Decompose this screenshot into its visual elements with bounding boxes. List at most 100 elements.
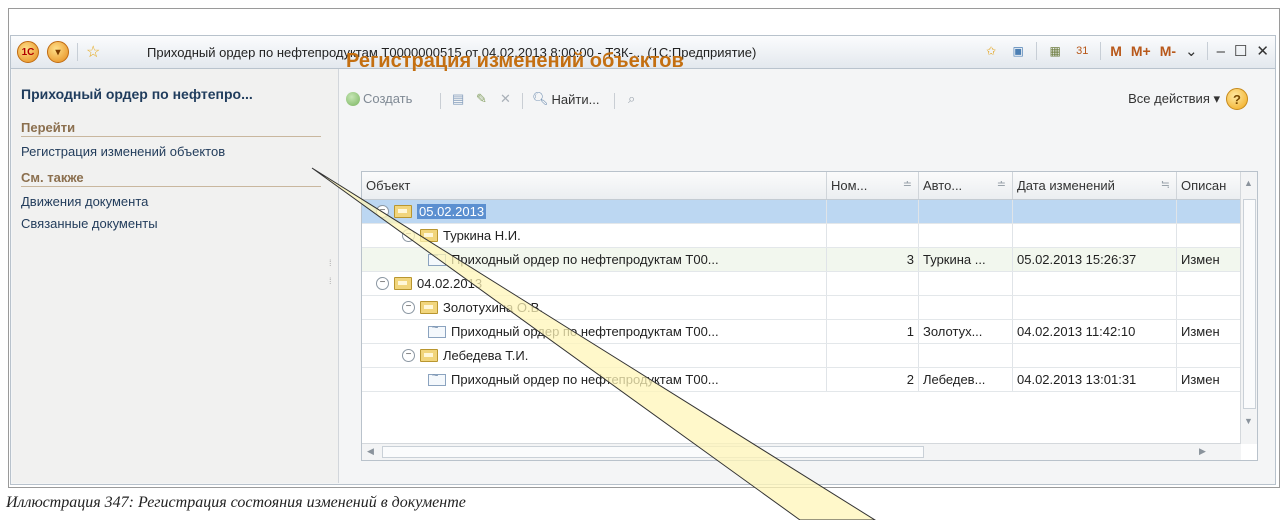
cell-date xyxy=(1013,344,1177,367)
memory-minus-button[interactable]: M- xyxy=(1160,43,1176,59)
group-row[interactable]: − 04.02.2013 xyxy=(362,272,1241,296)
separator xyxy=(614,93,615,109)
collapse-toggle-icon[interactable]: − xyxy=(376,277,389,290)
column-header-number[interactable]: Ном... ≐ xyxy=(827,172,919,199)
nav-link-change-registration[interactable]: Регистрация изменений объектов xyxy=(21,144,225,159)
cell-object: Приходный ордер по нефтепродуктам Т00... xyxy=(362,248,827,271)
object-label: Приходный ордер по нефтепродуктам Т00... xyxy=(451,324,719,339)
cell-author: Лебедев... xyxy=(919,368,1013,391)
table-row[interactable]: Приходный ордер по нефтепродуктам Т00...… xyxy=(362,248,1241,272)
cell-desc xyxy=(1177,344,1241,367)
separator xyxy=(1100,42,1102,60)
column-header-object[interactable]: Объект xyxy=(362,172,827,199)
document-icon xyxy=(428,250,446,266)
cell-author: Золотух... xyxy=(919,320,1013,343)
favorite-star-icon[interactable]: ☆ xyxy=(86,42,100,62)
main-menu-button[interactable]: ▾ xyxy=(47,41,69,63)
vertical-scroll-thumb[interactable] xyxy=(1243,199,1256,409)
column-header-date[interactable]: Дата изменений ≒ xyxy=(1013,172,1177,199)
create-button[interactable]: Создать xyxy=(346,91,412,106)
scroll-right-icon[interactable]: ▶ xyxy=(1199,446,1206,457)
copy-icon[interactable]: ▤ xyxy=(452,91,464,107)
collapse-toggle-icon[interactable]: − xyxy=(402,301,415,314)
sort-icon: ≐ xyxy=(902,179,912,191)
sort-icon: ≐ xyxy=(996,179,1006,191)
plus-circle-icon xyxy=(346,91,360,106)
cell-num xyxy=(827,200,919,223)
cell-num: 3 xyxy=(827,248,919,271)
cell-num xyxy=(827,296,919,319)
cell-author xyxy=(919,224,1013,247)
scroll-down-icon[interactable]: ▼ xyxy=(1244,416,1253,426)
nav-panel-title: Приходный ордер по нефтепро... xyxy=(21,86,253,102)
object-label: Лебедева Т.И. xyxy=(443,348,529,363)
scroll-left-icon[interactable]: ◀ xyxy=(367,446,374,457)
column-header-author-label: Авто... xyxy=(923,178,963,193)
cell-author xyxy=(919,344,1013,367)
app-logo-icon[interactable]: 1С xyxy=(17,41,39,63)
cell-object: − 04.02.2013 xyxy=(362,272,827,295)
find-button[interactable]: 🔍︎ Найти... xyxy=(532,91,599,107)
dropdown-icon[interactable]: ⌄ xyxy=(1185,42,1198,60)
vertical-scrollbar[interactable]: ▲ ▼ xyxy=(1240,172,1257,444)
figure-caption: Иллюстрация 347: Регистрация состояния и… xyxy=(6,494,466,511)
object-label: Приходный ордер по нефтепродуктам Т00... xyxy=(451,252,719,267)
horizontal-scrollbar[interactable]: ◀ ▶ xyxy=(362,443,1241,460)
magnifier-icon: 🔍︎ xyxy=(532,91,549,106)
cell-num: 1 xyxy=(827,320,919,343)
group-row[interactable]: − Туркина Н.И. xyxy=(362,224,1241,248)
collapse-toggle-icon[interactable]: − xyxy=(376,205,389,218)
cell-date: 05.02.2013 15:26:37 xyxy=(1013,248,1177,271)
delete-icon[interactable]: ✕ xyxy=(500,91,511,107)
history-icon[interactable]: ▣ xyxy=(1009,42,1027,60)
folder-icon xyxy=(394,277,412,290)
column-header-author[interactable]: Авто... ≐ xyxy=(919,172,1013,199)
collapse-toggle-icon[interactable]: − xyxy=(402,229,415,242)
document-icon xyxy=(428,322,446,338)
cell-desc xyxy=(1177,200,1241,223)
cell-date xyxy=(1013,200,1177,223)
separator xyxy=(522,93,523,109)
collapse-toggle-icon[interactable]: − xyxy=(402,349,415,362)
column-header-description[interactable]: Описан xyxy=(1177,172,1241,199)
table-row[interactable]: Приходный ордер по нефтепродуктам Т00...… xyxy=(362,320,1241,344)
group-row[interactable]: − Золотухина О.В. xyxy=(362,296,1241,320)
memory-plus-button[interactable]: M+ xyxy=(1131,43,1151,59)
cell-desc xyxy=(1177,296,1241,319)
maximize-icon[interactable]: ☐ xyxy=(1234,42,1247,60)
folder-icon xyxy=(420,349,438,362)
close-icon[interactable]: ✕ xyxy=(1256,42,1269,60)
cancel-search-icon[interactable]: ⌕ xyxy=(628,91,635,107)
add-favorite-icon[interactable]: ✩ xyxy=(982,42,1000,60)
cell-num: 2 xyxy=(827,368,919,391)
minimize-icon[interactable]: – xyxy=(1217,43,1225,60)
cell-object: − 05.02.2013 xyxy=(362,200,827,223)
calendar-icon[interactable]: 31 xyxy=(1073,42,1091,60)
cell-desc: Измен xyxy=(1177,248,1241,271)
cell-date xyxy=(1013,296,1177,319)
see-also-heading: См. также xyxy=(21,170,321,187)
splitter-handle[interactable]: ⁞ xyxy=(329,276,332,286)
splitter-handle[interactable]: ⁞ xyxy=(329,258,332,268)
folder-icon xyxy=(394,205,412,218)
group-row[interactable]: − Лебедева Т.И. xyxy=(362,344,1241,368)
cell-desc: Измен xyxy=(1177,320,1241,343)
nav-link-document-movements[interactable]: Движения документа xyxy=(21,194,148,209)
calculator-icon[interactable]: ▦ xyxy=(1046,42,1064,60)
table-row[interactable]: Приходный ордер по нефтепродуктам Т00...… xyxy=(362,368,1241,392)
help-button[interactable]: ? xyxy=(1226,88,1248,110)
cell-num xyxy=(827,272,919,295)
horizontal-scroll-thumb[interactable] xyxy=(382,446,924,458)
page-title: Регистрация изменений объектов xyxy=(346,50,684,72)
scroll-up-icon[interactable]: ▲ xyxy=(1244,178,1253,188)
cell-author xyxy=(919,272,1013,295)
edit-pencil-icon[interactable]: ✎ xyxy=(476,91,487,107)
cell-author: Туркина ... xyxy=(919,248,1013,271)
cell-desc xyxy=(1177,224,1241,247)
all-actions-button[interactable]: Все действия ▾ xyxy=(1128,91,1220,107)
memory-m-button[interactable]: M xyxy=(1110,43,1122,59)
group-row[interactable]: − 05.02.2013 xyxy=(362,200,1241,224)
changes-table: Объект Ном... ≐ Авто... ≐ Дата изменений ≒ … xyxy=(361,171,1258,461)
separator xyxy=(440,93,441,109)
nav-link-related-documents[interactable]: Связанные документы xyxy=(21,216,158,231)
